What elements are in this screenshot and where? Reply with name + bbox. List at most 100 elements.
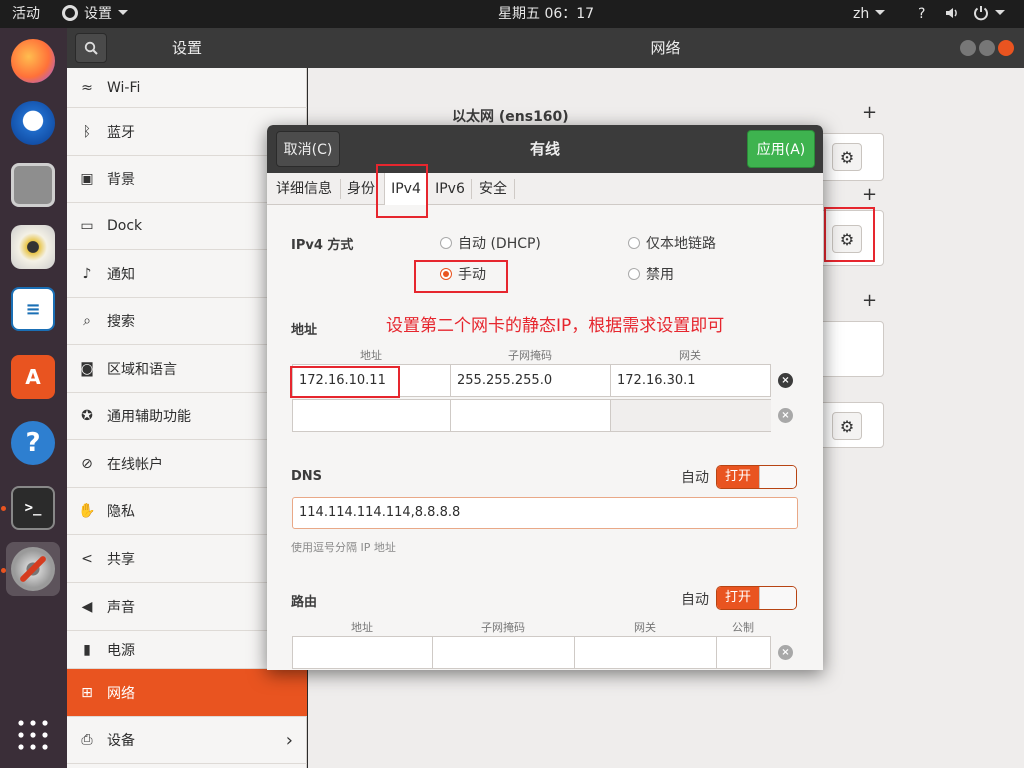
activities-button[interactable]: 活动 [12,0,40,28]
tab-identity[interactable]: 身份 [342,173,380,205]
apply-button[interactable]: 应用(A) [747,130,815,168]
radio-auto-label: 自动 (DHCP) [458,236,541,252]
route-metric-input[interactable] [717,637,771,668]
ipv4-method-label: IPv4 方式 [291,238,354,253]
speaker-icon[interactable] [944,0,960,28]
add-connection-button[interactable]: + [862,102,877,123]
dock-thunderbird[interactable] [6,96,60,150]
tab-details[interactable]: 详细信息 [270,173,338,205]
tab-security[interactable]: 安全 [473,173,513,205]
sidebar-item-label: 搜索 [107,314,135,330]
dock-files[interactable] [6,158,60,212]
radio-disabled-label: 禁用 [646,267,674,283]
sidebar-item[interactable]: ⎙ 设备 › [67,717,307,764]
route-address-input[interactable] [293,637,433,668]
language-menu[interactable]: zh [853,0,886,28]
settings-gear-icon [11,547,55,591]
dns-label: DNS [291,469,323,484]
sidebar-item[interactable]: ⊞ 网络 [67,669,307,717]
page-title: 网络 [650,39,681,57]
dock-rhythmbox[interactable] [6,220,60,274]
dock-settings[interactable] [6,542,60,596]
radio-auto-dhcp[interactable]: 自动 (DHCP) [440,233,541,253]
chevron-right-icon: › [285,729,293,751]
dns-input[interactable]: 114.114.114.114,8.8.8.8 [292,497,798,529]
netmask-input[interactable] [451,400,611,431]
gateway-input[interactable]: 172.16.30.1 [611,365,771,396]
tab-ipv6[interactable]: IPv6 [430,173,470,205]
annotation-box [824,207,875,262]
network-icon: ⊞ [81,684,93,701]
radio-link-local[interactable]: 仅本地链路 [628,233,716,253]
dock: ≡ A ? >_ [0,28,67,768]
annotation-box [290,366,400,398]
software-bag-icon: A [11,355,55,399]
sidebar-item-label: 设备 [107,733,135,749]
gateway-input[interactable] [611,400,771,431]
sidebar-item-label: Dock [107,218,143,234]
dns-auto-switch[interactable]: 打开 [716,465,797,489]
minimize-button[interactable] [960,40,976,56]
sidebar-item[interactable]: ≈ Wi-Fi [67,68,307,108]
radio-disabled[interactable]: 禁用 [628,264,674,284]
sidebar-item-label: 电源 [107,642,135,659]
dialog-header: 取消(C) 有线 应用(A) [267,125,823,173]
dock-help[interactable]: ? [6,416,60,470]
sidebar-item-label: 背景 [107,172,135,188]
sidebar-title: 设置 [171,39,202,57]
show-applications-button[interactable] [6,708,60,762]
devices-icon: ⎙ [81,732,93,748]
accessibility-icon[interactable]: ? [918,0,925,28]
gear-icon [62,5,78,21]
route-col-address-header: 地址 [351,621,373,634]
clock[interactable]: 星期五 06：17 [498,0,594,28]
routes-auto-switch[interactable]: 打开 [716,586,797,610]
sidebar-item-label: 在线帐户 [107,456,163,473]
radio-link-local-label: 仅本地链路 [646,236,716,252]
annotation-box [414,260,508,293]
annotation-text: 设置第二个网卡的静态IP，根据需求设置即可 [386,316,725,336]
sidebar-item-label: 隐私 [107,504,135,520]
delete-route-button[interactable]: × [778,645,793,660]
hand-icon: ✋ [78,503,96,519]
address-input[interactable] [293,400,451,431]
switch-on-label: 打开 [717,587,759,609]
netmask-input[interactable]: 255.255.255.0 [451,365,611,396]
dock-firefox[interactable] [6,34,60,88]
dock-terminal[interactable]: >_ [6,481,60,535]
delete-address-button[interactable]: × [778,373,793,388]
maximize-button[interactable] [979,40,995,56]
bell-icon: ♪ [82,265,92,282]
switch-knob [759,587,796,609]
gear-icon[interactable]: ⚙ [832,412,862,440]
dock-writer[interactable]: ≡ [6,282,60,336]
ipv4-settings: IPv4 方式 自动 (DHCP) 仅本地链路 手动 禁用 地址 地址 子网掩码… [267,205,823,670]
add-connection-button[interactable]: + [862,184,877,205]
camera-icon: ◙ [80,360,94,377]
col-gateway-header: 网关 [679,349,701,362]
chevron-down-icon [995,10,1005,15]
radio-dot [628,237,640,249]
sidebar-item-label: 网络 [107,685,135,702]
accessibility-glyph: ? [918,6,926,22]
top-bar: 活动 设置 星期五 06：17 zh ? [0,0,1024,28]
cancel-button[interactable]: 取消(C) [276,131,340,167]
gear-icon[interactable]: ⚙ [832,143,862,171]
dock-software[interactable]: A [6,350,60,404]
dns-auto-label: 自动 [681,470,709,486]
app-menu[interactable]: 设置 [62,0,128,28]
document-icon: ≡ [11,287,55,331]
chevron-down-icon [875,10,886,15]
route-gateway-input[interactable] [575,637,717,668]
close-button[interactable] [998,40,1014,56]
grid-icon [18,720,48,750]
power-menu[interactable] [973,0,1005,28]
delete-address-button[interactable]: × [778,408,793,423]
running-indicator [1,506,6,511]
route-netmask-input[interactable] [433,637,575,668]
route-row [292,636,771,669]
add-vpn-button[interactable]: + [862,290,877,311]
terminal-icon: >_ [11,486,55,530]
routes-auto-label: 自动 [681,592,709,608]
sidebar-item-label: 通知 [107,266,135,283]
